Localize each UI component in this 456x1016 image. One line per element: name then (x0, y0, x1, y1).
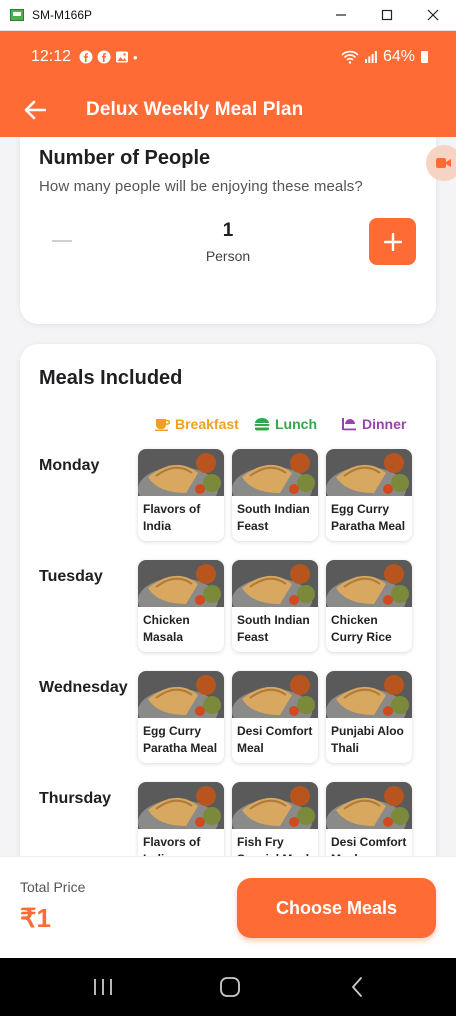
meal-name: Desi Comfort Meal (237, 724, 313, 755)
meal-image (232, 449, 318, 496)
meal-image (232, 782, 318, 829)
battery-icon (421, 51, 428, 63)
recents-icon (94, 979, 112, 995)
meal-image (138, 449, 224, 496)
home-button[interactable] (218, 976, 242, 998)
home-icon (220, 977, 240, 997)
people-count-unit: Person (205, 248, 251, 264)
meal-image (326, 560, 412, 607)
meal-card[interactable]: South Indian Feast (232, 449, 318, 541)
meal-name: South Indian Feast (237, 613, 310, 644)
floating-camera-button[interactable] (426, 145, 456, 181)
meal-card[interactable]: Flavors of India Break… (138, 782, 224, 856)
meal-image (138, 671, 224, 718)
signal-icon (364, 51, 377, 63)
meal-name: Chicken Masala Bhu… (143, 613, 190, 644)
increase-button[interactable] (369, 218, 416, 265)
meals-heading: Meals Included (39, 367, 183, 389)
status-dot: • (133, 49, 138, 65)
facebook-icon (79, 50, 93, 64)
system-nav-bar (0, 958, 456, 1016)
meal-card[interactable]: Desi Comfort Meal (232, 671, 318, 763)
people-question: How many people will be enjoying these m… (39, 178, 363, 195)
meal-name: Flavors of India Break… (143, 835, 201, 856)
gallery-icon (116, 51, 129, 63)
scroll-content[interactable]: Number of People How many people will be… (0, 137, 456, 856)
app-bar: Delux Weekly Meal Plan (0, 83, 456, 137)
meal-name: Egg Curry Paratha Meal (331, 502, 406, 533)
chevron-left-icon (352, 977, 362, 997)
back-nav-button[interactable] (346, 976, 368, 998)
day-thursday: Thursday (39, 790, 112, 807)
meal-name: Punjabi Aloo Thali (331, 724, 404, 755)
meal-card[interactable]: Desi Comfort Meal (326, 782, 412, 856)
day-tuesday: Tuesday (39, 568, 103, 585)
choose-meals-button[interactable]: Choose Meals (237, 878, 436, 938)
meal-image (326, 449, 412, 496)
maximize-button[interactable] (364, 0, 410, 30)
dinner-icon (342, 418, 356, 431)
day-wednesday: Wednesday (39, 679, 128, 696)
plus-icon (383, 232, 402, 251)
app-icon (10, 9, 24, 21)
window-title: SM-M166P (32, 8, 93, 22)
battery-percent: 64% (382, 48, 415, 65)
meal-card[interactable]: Egg Curry Paratha Meal (138, 671, 224, 763)
arrow-left-icon (24, 100, 46, 120)
decrease-button[interactable] (52, 240, 72, 242)
legend-dinner-label: Dinner (362, 416, 407, 432)
status-time: 12:12 (31, 48, 72, 65)
status-bar: 12:12 • 64% (0, 31, 456, 83)
close-window-button[interactable] (410, 0, 456, 30)
meal-image (326, 671, 412, 718)
facebook-icon (97, 50, 111, 64)
total-price-value: ₹1 (20, 903, 52, 933)
meal-image (232, 560, 318, 607)
meal-name: Fish Fry Special Meal (237, 835, 309, 856)
meal-card[interactable]: Flavors of India Break… (138, 449, 224, 541)
legend-breakfast-label: Breakfast (175, 416, 239, 432)
back-button[interactable] (22, 97, 48, 123)
total-price-label: Total Price (20, 879, 86, 895)
people-count: 1 Person (170, 220, 286, 264)
meal-image (138, 560, 224, 607)
video-camera-icon (436, 158, 451, 168)
legend-dinner: Dinner (341, 416, 406, 432)
legend-lunch-label: Lunch (275, 416, 317, 432)
header: 12:12 • 64% Delux Weekly Meal Plan (0, 31, 456, 137)
wifi-icon (341, 50, 359, 64)
recents-button[interactable] (90, 976, 116, 998)
meal-name: Chicken Curry Rice … (331, 613, 392, 644)
meal-image (326, 782, 412, 829)
page-title: Delux Weekly Meal Plan (86, 99, 304, 120)
meal-name: South Indian Feast (237, 502, 310, 533)
checkout-bar: Total Price ₹1 Choose Meals (0, 856, 456, 958)
meal-card[interactable]: Egg Curry Paratha Meal (326, 449, 412, 541)
meal-image (232, 671, 318, 718)
coffee-icon (155, 419, 170, 431)
meal-name: Egg Curry Paratha Meal (143, 724, 218, 755)
meal-card[interactable]: South Indian Feast (232, 560, 318, 652)
people-count-value: 1 (222, 220, 234, 241)
people-card: Number of People How many people will be… (20, 137, 436, 324)
legend-lunch: Lunch (254, 416, 317, 432)
legend-breakfast: Breakfast (155, 416, 239, 432)
meal-name: Desi Comfort Meal (331, 835, 407, 856)
meal-card[interactable]: Fish Fry Special Meal (232, 782, 318, 856)
minimize-button[interactable] (318, 0, 364, 30)
meal-name: Flavors of India Break… (143, 502, 201, 533)
burger-icon (254, 418, 270, 431)
meal-card[interactable]: Chicken Curry Rice … (326, 560, 412, 652)
window-title-bar: SM-M166P (0, 0, 456, 31)
meal-image (138, 782, 224, 829)
day-monday: Monday (39, 457, 100, 474)
meals-card: Meals Included Breakfast Lunch Dinner Mo… (20, 344, 436, 856)
meal-card[interactable]: Punjabi Aloo Thali (326, 671, 412, 763)
people-heading: Number of People (39, 147, 211, 169)
meal-card[interactable]: Chicken Masala Bhu… (138, 560, 224, 652)
